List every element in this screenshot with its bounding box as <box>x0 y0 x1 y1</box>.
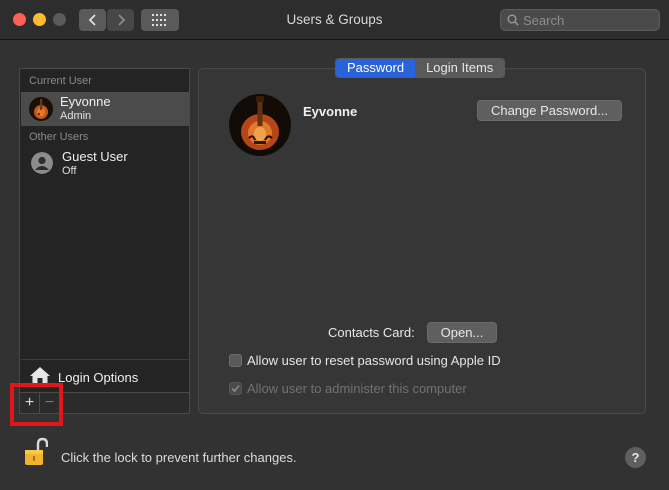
checkmark-icon <box>231 384 240 393</box>
user-row-guest[interactable]: Guest User Off <box>21 147 189 181</box>
tab-bar: Password Login Items <box>335 58 506 78</box>
search-icon <box>507 14 519 26</box>
contacts-card-label: Contacts Card: <box>328 325 415 340</box>
title-bar: Users & Groups <box>0 0 669 40</box>
highlight-box <box>10 383 63 426</box>
user-picture[interactable] <box>229 94 291 156</box>
help-button[interactable]: ? <box>625 447 646 468</box>
reset-password-apple-id-row[interactable]: Allow user to reset password using Apple… <box>229 353 501 368</box>
user-row-current[interactable]: Eyvonne Admin <box>21 92 189 126</box>
open-contacts-button[interactable]: Open... <box>427 322 497 343</box>
tab-password[interactable]: Password <box>336 59 416 77</box>
current-user-name: Eyvonne <box>60 94 111 109</box>
administer-checkbox <box>229 382 242 395</box>
administer-computer-row: Allow user to administer this computer <box>229 381 467 396</box>
guest-user-icon <box>31 152 53 174</box>
users-groups-window: Users & Groups Current User Eyvonne Admi… <box>0 0 669 490</box>
reset-password-checkbox[interactable] <box>229 354 242 367</box>
lock-open-icon[interactable] <box>24 437 48 467</box>
search-field[interactable] <box>500 9 660 31</box>
guest-user-name: Guest User <box>62 149 128 164</box>
tab-login-items[interactable]: Login Items <box>415 59 505 77</box>
guest-user-status: Off <box>62 165 77 177</box>
change-password-button[interactable]: Change Password... <box>477 100 622 121</box>
login-options-label: Login Options <box>58 370 139 385</box>
user-avatar <box>29 97 53 121</box>
lock-status-text: Click the lock to prevent further change… <box>61 450 297 465</box>
help-icon: ? <box>631 450 640 465</box>
selected-user-name: Eyvonne <box>303 104 358 119</box>
current-user-section-label: Current User <box>29 75 92 87</box>
search-input[interactable] <box>523 12 653 28</box>
current-user-role: Admin <box>60 110 92 122</box>
other-users-section-label: Other Users <box>29 131 89 143</box>
reset-password-label: Allow user to reset password using Apple… <box>247 353 501 368</box>
administer-label: Allow user to administer this computer <box>247 381 467 396</box>
users-sidebar: Current User Eyvonne Admin Other Users G… <box>19 68 190 414</box>
